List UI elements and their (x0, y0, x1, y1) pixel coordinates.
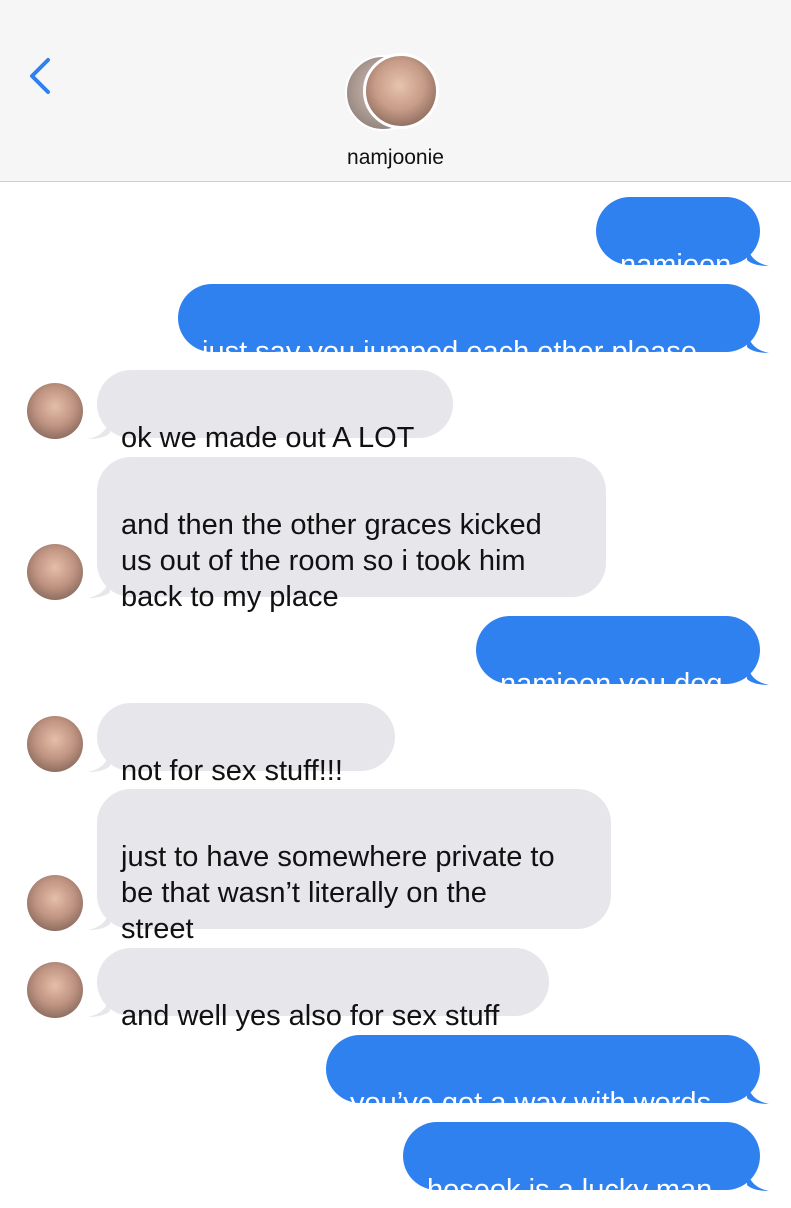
message-text: ok we made out A LOT (121, 422, 415, 454)
bubble-tail (747, 331, 769, 353)
message-text: not for sex stuff!!! (121, 755, 343, 787)
sender-avatar[interactable] (27, 383, 83, 439)
conversation-header: namjoonie (0, 0, 791, 182)
message-bubble-incoming[interactable]: not for sex stuff!!! (88, 703, 395, 787)
message-text: just say you jumped each other please (202, 336, 697, 368)
message-text: and well yes also for sex stuff (121, 1000, 500, 1032)
bubble-tail (88, 750, 110, 772)
message-bubble-outgoing[interactable]: just say you jumped each other please (178, 284, 769, 368)
bubble-tail (88, 417, 110, 439)
message-text: just to have somewhere private to be tha… (121, 841, 555, 945)
bubble-tail (747, 244, 769, 266)
contact-name[interactable]: namjoonie (0, 146, 791, 170)
message-bubble-outgoing[interactable]: namjoon you dog (476, 616, 769, 700)
message-bubble-outgoing[interactable]: hoseok is a lucky man (403, 1122, 769, 1206)
message-text: and then the other graces kicked us out … (121, 509, 542, 613)
bubble-tail (88, 995, 110, 1017)
message-bubble-incoming[interactable]: and then the other graces kicked us out … (88, 457, 606, 613)
chevron-left-icon[interactable] (22, 54, 58, 98)
contact-avatar[interactable] (345, 53, 445, 133)
sender-avatar[interactable] (27, 716, 83, 772)
message-text: namjoon you dog (500, 668, 723, 700)
avatar-primary (363, 53, 439, 129)
bubble-tail (88, 576, 110, 598)
message-bubble-incoming[interactable]: ok we made out A LOT (88, 370, 453, 454)
sender-avatar[interactable] (27, 544, 83, 600)
message-bubble-outgoing[interactable]: you’ve got a way with words (326, 1035, 769, 1119)
message-text: namjoon (620, 249, 732, 281)
bubble-tail (88, 908, 110, 930)
sender-avatar[interactable] (27, 962, 83, 1018)
sender-avatar[interactable] (27, 875, 83, 931)
bubble-tail (747, 663, 769, 685)
bubble-tail (747, 1169, 769, 1191)
message-text: you’ve got a way with words (350, 1087, 712, 1119)
bubble-tail (747, 1082, 769, 1104)
message-bubble-outgoing[interactable]: namjoon (596, 197, 769, 281)
message-bubble-incoming[interactable]: and well yes also for sex stuff (88, 948, 549, 1032)
message-bubble-incoming[interactable]: just to have somewhere private to be tha… (88, 789, 611, 945)
message-text: hoseok is a lucky man (427, 1174, 713, 1206)
